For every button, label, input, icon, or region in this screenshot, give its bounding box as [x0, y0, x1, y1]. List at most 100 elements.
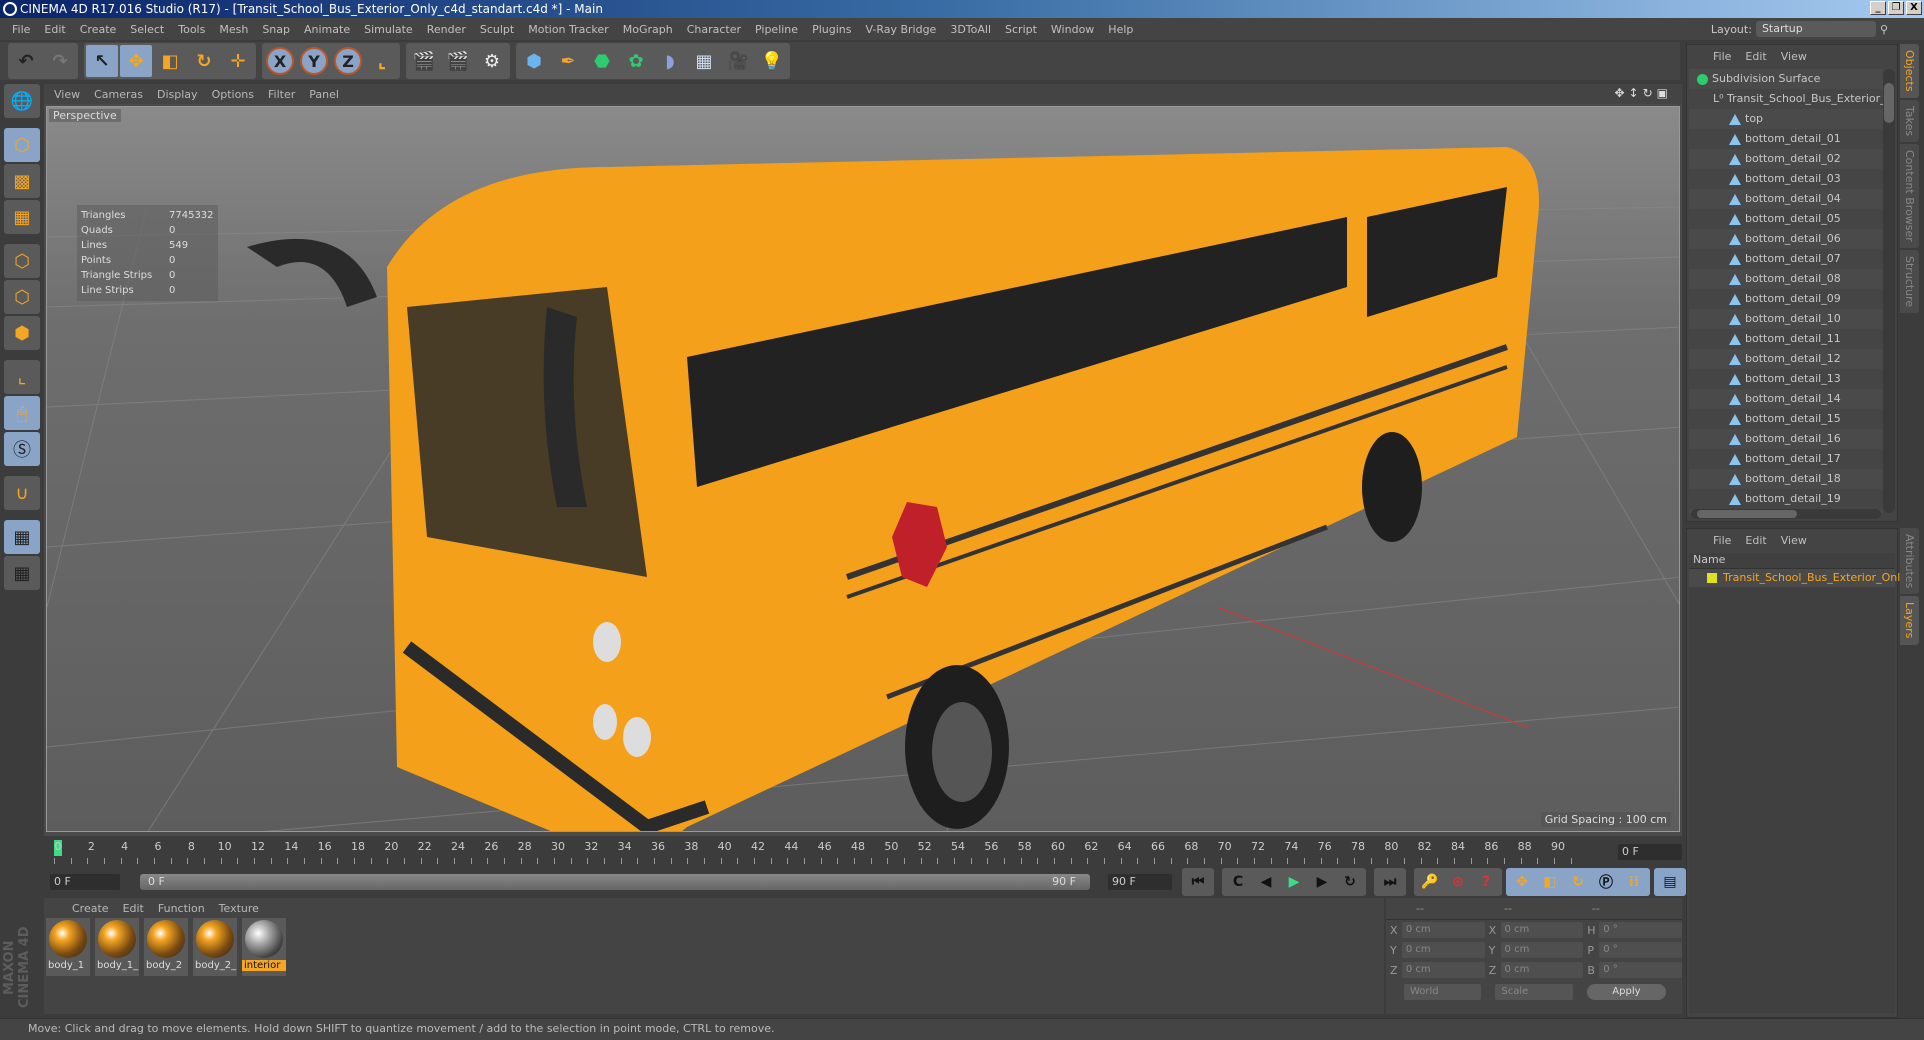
goto-end-button[interactable]: ⏭ — [1374, 868, 1406, 896]
side-tab-content-browser[interactable]: Content Browser — [1900, 143, 1919, 248]
play-icon[interactable]: ▶ — [1280, 870, 1308, 894]
menu-script[interactable]: Script — [1005, 23, 1037, 36]
cloner-icon[interactable]: ✿ — [620, 45, 652, 77]
object-tree-item[interactable]: bottom_detail_17 — [1689, 449, 1883, 469]
menu-file[interactable]: File — [12, 23, 30, 36]
menu-snap[interactable]: Snap — [262, 23, 290, 36]
menu-edit[interactable]: Edit — [44, 23, 65, 36]
object-tree-item[interactable]: bottom_detail_13 — [1689, 369, 1883, 389]
key-pla-icon[interactable]: ⁞⁞ — [1620, 870, 1648, 894]
layout-dropdown[interactable]: Startup — [1755, 21, 1876, 37]
workplane-icon[interactable]: ▦ — [4, 200, 40, 234]
viewport-menu-panel[interactable]: Panel — [309, 88, 339, 101]
timeline[interactable]: 0 2 4 6 8 10 12 14 16 18 20 22 24 26 28 30 32 34 36 38 40 42 4… — [44, 838, 1682, 866]
menu-sculpt[interactable]: Sculpt — [480, 23, 514, 36]
pan-icon[interactable]: ✥ — [1614, 86, 1624, 100]
model-mode-icon[interactable]: 🌐 — [4, 84, 40, 118]
3d-viewport[interactable]: Perspective Triangles 7745332 Quads 0 Lines 5… — [46, 106, 1680, 832]
tweak-mode-icon[interactable]: 🖱 — [4, 396, 40, 430]
object-tree-item[interactable]: bottom_detail_10 — [1689, 309, 1883, 329]
z-axis-lock-button[interactable]: Z — [334, 47, 362, 75]
viewport-menu-filter[interactable]: Filter — [268, 88, 295, 101]
object-horizontal-scrollbar[interactable] — [1691, 509, 1881, 519]
undo-icon[interactable]: ↶ — [10, 45, 42, 77]
menu-select[interactable]: Select — [130, 23, 164, 36]
object-tree-item[interactable]: bottom_detail_18 — [1689, 469, 1883, 489]
goto-end-icon[interactable]: ⏭ — [1376, 870, 1404, 894]
texture-mode-icon[interactable]: ▩ — [4, 164, 40, 198]
camera-icon[interactable]: 🎥 — [722, 45, 754, 77]
menu-3dtoall[interactable]: 3DToAll — [950, 23, 991, 36]
x-axis-lock-button[interactable]: X — [266, 47, 294, 75]
workplane-align-icon[interactable]: ▦ — [4, 556, 40, 590]
material-swatch[interactable]: interior — [242, 918, 286, 976]
orbit-icon[interactable]: ↻ — [1643, 86, 1653, 100]
menu-v-ray-bridge[interactable]: V-Ray Bridge — [865, 23, 936, 36]
subdivision-surface-icon[interactable]: ⬣ — [586, 45, 618, 77]
size-field[interactable]: 0 cm — [1500, 942, 1584, 958]
viewport-menu-display[interactable]: Display — [157, 88, 198, 101]
redo-icon[interactable]: ↷ — [44, 45, 76, 77]
menu-tools[interactable]: Tools — [178, 23, 205, 36]
minimize-button[interactable]: _ — [1870, 1, 1886, 15]
restore-button[interactable]: ❐ — [1888, 1, 1904, 15]
object-menu-view[interactable]: View — [1781, 50, 1807, 63]
world-coordinate-icon[interactable]: ⌞ — [366, 45, 398, 77]
next-frame-icon[interactable]: ▶ — [1308, 870, 1336, 894]
material-menu-function[interactable]: Function — [158, 902, 205, 915]
position-field[interactable]: 0 cm — [1401, 922, 1485, 938]
y-axis-lock-button[interactable]: Y — [300, 47, 328, 75]
object-tree-item[interactable]: bottom_detail_01 — [1689, 129, 1883, 149]
object-tree-item[interactable]: bottom_detail_04 — [1689, 189, 1883, 209]
close-button[interactable]: X — [1906, 1, 1922, 15]
floor-icon[interactable]: ▦ — [688, 45, 720, 77]
maximize-view-icon[interactable]: ▣ — [1657, 86, 1668, 100]
material-menu-texture[interactable]: Texture — [219, 902, 259, 915]
menu-render[interactable]: Render — [427, 23, 466, 36]
object-tree-item[interactable]: bottom_detail_08 — [1689, 269, 1883, 289]
dolly-icon[interactable]: ↕ — [1629, 86, 1639, 100]
object-tree-item[interactable]: bottom_detail_15 — [1689, 409, 1883, 429]
layer-menu-edit[interactable]: Edit — [1745, 534, 1766, 547]
solo-icon[interactable]: Ⓢ — [4, 432, 40, 466]
menu-mesh[interactable]: Mesh — [219, 23, 248, 36]
polygons-mode-icon[interactable]: ⬢ — [4, 316, 40, 350]
render-picture-viewer-icon[interactable]: 🎬 — [442, 45, 474, 77]
start-frame-field[interactable]: 0 F — [50, 874, 120, 890]
object-tree-item[interactable]: bottom_detail_06 — [1689, 229, 1883, 249]
move-icon[interactable]: ✥ — [120, 45, 152, 77]
points-mode-icon[interactable]: ⬡ — [4, 244, 40, 278]
material-menu-edit[interactable]: Edit — [123, 902, 144, 915]
rotation-field[interactable]: 0 ° — [1599, 922, 1682, 938]
size-field[interactable]: 0 cm — [1500, 922, 1584, 938]
object-menu-file[interactable]: File — [1713, 50, 1731, 63]
object-tree-item[interactable]: Subdivision Surface — [1689, 69, 1883, 89]
object-tree-item[interactable]: bottom_detail_09 — [1689, 289, 1883, 309]
keyframe-selection-icon[interactable]: ? — [1472, 870, 1500, 894]
side-tab-takes[interactable]: Takes — [1900, 99, 1919, 142]
object-tree-item[interactable]: bottom_detail_14 — [1689, 389, 1883, 409]
side-tab-attributes[interactable]: Attributes — [1900, 528, 1919, 595]
menu-window[interactable]: Window — [1051, 23, 1094, 36]
menu-motion-tracker[interactable]: Motion Tracker — [528, 23, 608, 36]
size-field[interactable]: 0 cm — [1500, 962, 1584, 978]
prev-key-icon[interactable]: C — [1224, 870, 1252, 894]
menu-help[interactable]: Help — [1108, 23, 1133, 36]
key-scale-icon[interactable]: ◧ — [1536, 870, 1564, 894]
object-tree-item[interactable]: L⁰ Transit_School_Bus_Exterior_Only — [1689, 89, 1883, 109]
side-tab-structure[interactable]: Structure — [1900, 249, 1919, 313]
material-swatch[interactable]: body_2 — [144, 918, 188, 976]
position-field[interactable]: 0 cm — [1401, 942, 1485, 958]
menu-mograph[interactable]: MoGraph — [623, 23, 673, 36]
cube-icon[interactable]: ⬢ — [518, 45, 550, 77]
render-settings-icon[interactable]: ⚙ — [476, 45, 508, 77]
menu-animate[interactable]: Animate — [304, 23, 350, 36]
object-tree-item[interactable]: bottom_detail_19 — [1689, 489, 1883, 509]
layer-item[interactable]: Transit_School_Bus_Exterior_Only — [1689, 569, 1907, 587]
coordinate-system-dropdown[interactable]: World — [1404, 984, 1482, 1000]
recent-tool-icon[interactable]: ✛ — [222, 45, 254, 77]
object-tree-item[interactable]: bottom_detail_05 — [1689, 209, 1883, 229]
material-swatch[interactable]: body_1 — [46, 918, 90, 976]
next-key-icon[interactable]: ↻ — [1336, 870, 1364, 894]
material-swatch[interactable]: body_1_ — [95, 918, 139, 976]
